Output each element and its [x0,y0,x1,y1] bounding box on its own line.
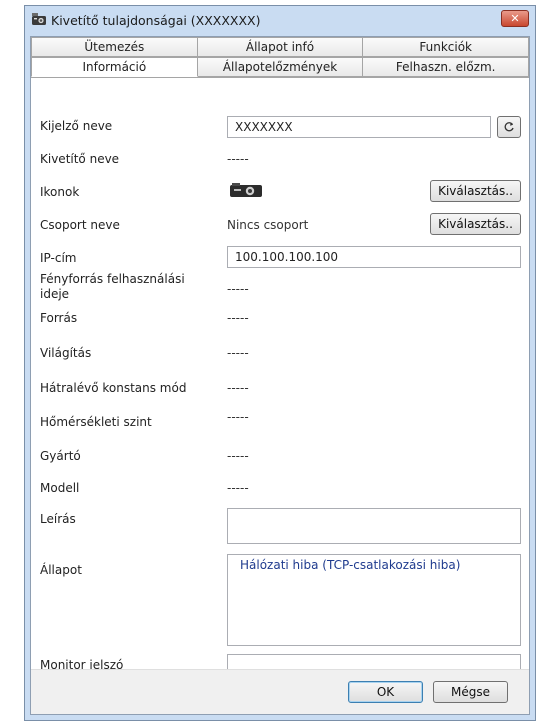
information-panel: Kijelző neve XXXXXXX Kivetítő neve -----… [31,77,529,670]
lamp-hours-value: ----- [227,282,249,296]
icons-select-button[interactable]: Kiválasztás.. [430,180,521,202]
ok-button[interactable]: OK [348,681,423,703]
tab-schedule[interactable]: Ütemezés [31,37,198,57]
constant-mode-label: Hátralévő konstans mód [40,381,187,395]
close-button[interactable]: ✕ [501,10,529,27]
refresh-button[interactable] [497,116,521,138]
status-label: Állapot [40,563,82,577]
refresh-icon [504,122,514,132]
lighting-label: Világítás [40,346,92,360]
display-name-input[interactable]: XXXXXXX [227,116,491,138]
ip-input[interactable]: 100.100.100.100 [227,246,521,268]
manufacturer-label: Gyártó [40,449,81,463]
tab-row-front: Információ Állapotelőzmények Felhaszn. e… [31,57,530,77]
lamp-hours-label: Fényforrás felhasználási ideje [40,272,185,301]
manufacturer-value: ----- [227,449,249,463]
temperature-value: ----- [227,410,249,424]
tab-information[interactable]: Információ [31,57,198,77]
dialog-footer: OK Mégse [31,669,529,714]
ip-label: IP-cím [40,251,77,265]
tab-status-info[interactable]: Állapot infó [197,37,364,57]
model-value: ----- [227,481,249,495]
cancel-button[interactable]: Mégse [433,681,508,703]
monitor-password-input[interactable] [227,654,521,670]
status-box: Hálózati hiba (TCP-csatlakozási hiba) [227,554,521,646]
constant-mode-value: ----- [227,381,249,395]
group-name-value: Nincs csoport [227,218,309,232]
projector-icon [230,183,262,197]
icons-label: Ikonok [40,185,80,199]
temperature-label: Hőmérsékleti szint [40,415,152,429]
tab-row-back: Ütemezés Állapot infó Funkciók [31,37,530,57]
tab-functions[interactable]: Funkciók [363,37,530,57]
projector-properties-window: Kivetítő tulajdonságai (XXXXXXX) ✕ Üteme… [24,5,536,721]
dialog-client-area: Ütemezés Állapot infó Funkciók Informáci… [30,36,530,715]
lighting-value: ----- [227,346,249,360]
tab-user-history[interactable]: Felhaszn. előzm. [363,57,530,77]
model-label: Modell [40,481,80,495]
tab-status-history[interactable]: Állapotelőzmények [197,57,364,77]
projector-app-icon [32,13,46,25]
window-title: Kivetítő tulajdonságai (XXXXXXX) [51,13,261,28]
description-input[interactable] [227,508,521,544]
group-name-label: Csoport neve [40,218,120,232]
projector-name-value: ----- [227,152,249,166]
group-select-button[interactable]: Kiválasztás.. [430,213,521,235]
projector-name-label: Kivetítő neve [40,152,120,166]
source-label: Forrás [40,311,78,325]
title-bar[interactable]: Kivetítő tulajdonságai (XXXXXXX) ✕ [25,6,535,36]
close-icon: ✕ [510,12,520,25]
description-label: Leírás [40,512,76,526]
display-name-label: Kijelző neve [40,119,113,133]
source-value: ----- [227,311,249,325]
